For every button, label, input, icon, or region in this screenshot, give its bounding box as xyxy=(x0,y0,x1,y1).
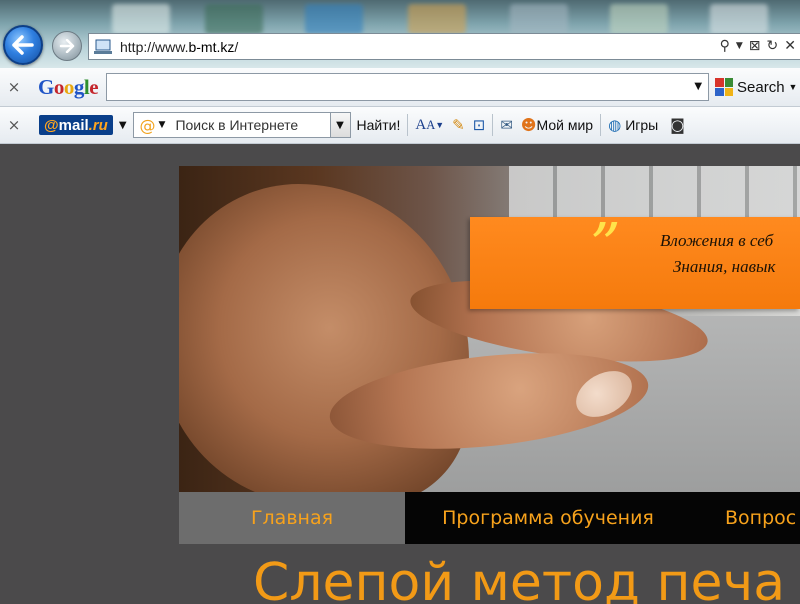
divider xyxy=(600,114,602,136)
taskbar-thumbnail xyxy=(305,4,363,34)
compatibility-view-icon[interactable]: ⊠ xyxy=(749,38,761,54)
google-search-button[interactable]: Search ▼ xyxy=(715,78,797,96)
taskbar-thumbnail xyxy=(205,4,263,34)
taskbar-thumbnail xyxy=(112,4,170,34)
quote-banner: ” Вложения в себ Знания, навык xyxy=(470,211,800,309)
address-tools: ⚲ ▼ ⊠ ↻ ✕ xyxy=(720,38,796,54)
chevron-down-icon[interactable]: ▼ xyxy=(789,82,798,92)
address-url[interactable]: http://www.b-mt.kz/ xyxy=(120,39,238,55)
hero-image: ” Вложения в себ Знания, навык xyxy=(179,166,800,492)
nav-label: Вопрос xyxy=(725,507,797,529)
close-icon[interactable]: × xyxy=(0,116,28,134)
page-title: Слепой метод печа xyxy=(253,553,786,604)
mailru-toolbar: × @ mail .ru ▼ @ ▼ Поиск в Интернете ▼ Най… xyxy=(0,107,800,144)
url-suffix: / xyxy=(234,38,239,55)
url-prefix: http://www. xyxy=(120,38,189,55)
arrow-right-icon xyxy=(59,39,75,53)
close-icon[interactable]: × xyxy=(0,78,28,96)
nav-item-questions[interactable]: Вопрос xyxy=(691,492,800,544)
page-icon xyxy=(93,38,115,56)
nav-item-program[interactable]: Программа обучения xyxy=(405,492,691,544)
search-dropdown-button[interactable]: ▼ xyxy=(329,113,350,137)
google-search-input[interactable]: ▼ xyxy=(106,73,710,101)
divider xyxy=(492,114,494,136)
quote-line-2: Знания, навык xyxy=(673,257,776,276)
nav-item-home[interactable]: Главная xyxy=(179,492,405,544)
my-world-link[interactable]: Мой мир xyxy=(537,117,594,133)
forward-button[interactable] xyxy=(52,31,82,61)
find-button[interactable]: Найти! xyxy=(357,117,401,133)
camera-icon[interactable]: ◙ xyxy=(670,116,685,134)
refresh-icon[interactable]: ↻ xyxy=(767,38,779,54)
chevron-down-icon[interactable]: ▼ xyxy=(159,120,166,130)
google-logo: Google xyxy=(38,74,99,99)
taskbar-thumbnail xyxy=(610,4,668,34)
mailru-search-input[interactable]: @ ▼ Поиск в Интернете ▼ xyxy=(132,112,351,138)
google-search-label: Search xyxy=(737,78,785,96)
logo-mail: mail xyxy=(58,116,89,134)
main-nav: Главная Программа обучения Вопрос xyxy=(179,492,800,544)
logo-ru: .ru xyxy=(88,116,108,134)
quote-mark: ” xyxy=(590,211,621,281)
arrow-left-icon xyxy=(12,35,34,55)
highlighter-icon[interactable]: ✎ xyxy=(452,116,465,134)
mailru-logo[interactable]: @ mail .ru xyxy=(39,115,113,135)
mailru-at-icon: @ xyxy=(139,115,156,135)
address-bar[interactable]: http://www.b-mt.kz/ ⚲ ▼ ⊠ ↻ ✕ xyxy=(88,33,800,60)
divider xyxy=(407,114,409,136)
search-icon[interactable]: ⚲ xyxy=(720,38,730,54)
search-placeholder: Поиск в Интернете xyxy=(175,117,299,133)
taskbar-thumbnail xyxy=(510,4,568,34)
chevron-down-icon[interactable]: ▼ xyxy=(736,41,743,51)
close-icon[interactable]: ✕ xyxy=(784,38,796,54)
google-search-icon xyxy=(715,78,734,96)
taskbar-thumbnail xyxy=(710,4,768,34)
my-world-icon: ☻ xyxy=(520,116,537,134)
url-domain: b-mt.kz xyxy=(188,38,235,55)
taskbar-thumbnail xyxy=(408,4,466,34)
browser-title-area: http://www.b-mt.kz/ ⚲ ▼ ⊠ ↻ ✕ xyxy=(0,0,800,68)
nav-label: Главная xyxy=(250,507,334,529)
web-page: ” Вложения в себ Знания, навык Главная П… xyxy=(0,144,800,604)
chevron-down-icon[interactable]: ▼ xyxy=(119,120,127,131)
nav-label: Программа обучения xyxy=(442,507,654,529)
games-globe-icon: ◍ xyxy=(608,116,622,134)
games-link[interactable]: Игры xyxy=(625,117,658,133)
text-size-icon[interactable]: A A ▼ xyxy=(415,117,444,134)
back-button[interactable] xyxy=(3,25,43,65)
mail-envelope-icon[interactable]: ✉ xyxy=(500,116,513,134)
logo-at: @ xyxy=(44,116,59,134)
chevron-down-icon[interactable]: ▼ xyxy=(694,81,702,92)
quote-line-1: Вложения в себ xyxy=(660,231,774,250)
google-toolbar: × Google ▼ Search ▼ xyxy=(0,68,800,107)
find-on-page-icon[interactable]: ⊡ xyxy=(473,116,486,134)
